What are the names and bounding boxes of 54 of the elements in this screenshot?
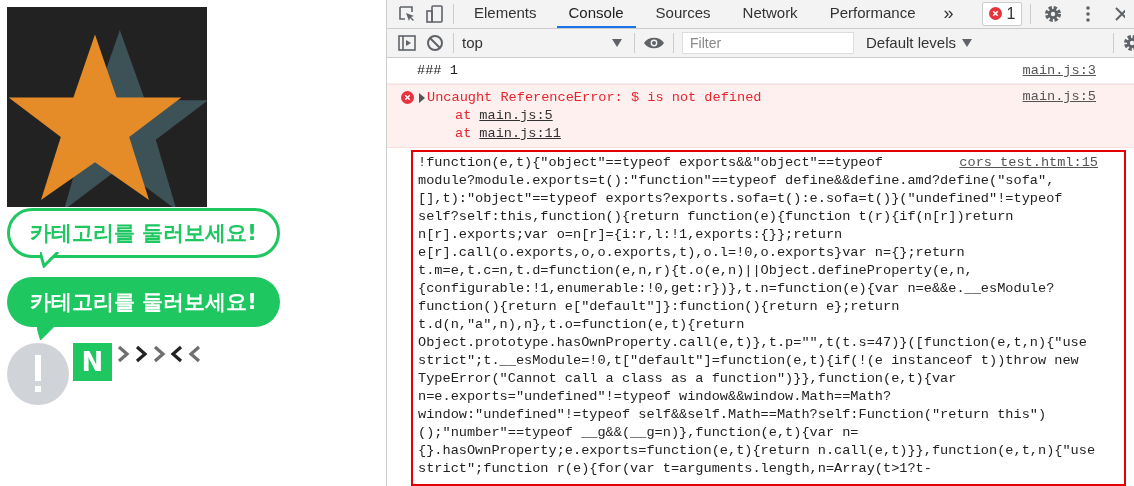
device-icon[interactable] [425,3,445,24]
code-line: [],t):"object"==typeof exports?exports.sofa=t():e.sofa=t()}("undefined"!=typeof [418,190,1063,208]
code-line: e[r].call(o.exports,o,o.exports,t),o.l=!0,o.exports}var n={};return [418,244,965,262]
stack-link[interactable]: main.js:11 [479,125,561,143]
bubble-text: 카테고리를 둘러보세요! [30,220,257,247]
code-line: module?module.exports=t():"function"==typeof define&&define.amd?define("sofa", [418,172,1055,190]
levels-dropdown[interactable]: Default levels [862,34,977,52]
devtools-tab[interactable]: Performance [817,0,928,28]
code-line: !function(e,t){"object"==typeof exports&&"object"==typeof [418,154,883,172]
code-line: n[r].exports;var o=n[r]={i:r,l:!1,exports:{}};return [418,226,843,244]
source-link[interactable]: main.js:5 [1022,89,1096,104]
bubble-text: 카테고리를 둘러보세요! [30,289,257,316]
log-message: ### 1 [417,63,459,78]
devtools-tab[interactable]: Sources [643,0,723,28]
filter-field[interactable]: Filter [682,31,854,54]
code-line: t.m=e,t.c=n,t.d=function(e,n,r){t.o(e,n)||Object.defineProperty(e,n, [418,262,973,280]
code-line: TypeError("Cannot call a class as a function")}},function(e,t){var [418,370,957,388]
code-line: ();"number"==typeof __g&&(__g=n)},function(e,t){var n= [418,424,859,442]
source-link[interactable]: main.js:3 [1022,63,1096,78]
error-icon [988,7,1002,21]
expand-arrow-icon[interactable] [419,93,425,103]
devtools-tab[interactable]: Console [556,0,636,28]
settings-icon[interactable] [1043,3,1064,24]
code-line: strict";function r(e){for(var t=arguments.length,n=Array(t>1?t- [418,460,932,478]
code-line: self?self:this,function(){return function(e){function t(r){if(n[r])return [418,208,1014,226]
n-logo: N [73,343,112,381]
devtools-tab[interactable]: Elements [462,0,549,28]
code-line: t.d(n,"a",n),n},t.o=function(e,t){return [418,316,745,334]
error-count-button[interactable]: 1 [981,1,1023,26]
star-logo-icon [7,7,207,207]
stack-link[interactable]: main.js:5 [479,107,553,125]
devtools-tab[interactable]: Network [730,0,810,28]
clear-console-icon[interactable] [425,32,445,53]
context-select[interactable]: top [462,34,626,52]
more-options-icon[interactable] [1085,3,1092,24]
eye-icon[interactable] [643,35,665,50]
code-line: strict";t.__esModule=!0,t["default"]=function(e,t){if(!(e instanceof t))throw new [418,352,1079,370]
code-line: Object.prototype.hasOwnProperty.call(e,t)},t.p="",t(t.s=47)}([function(e,t,n){"use [418,334,1087,352]
sidebar-toggle-icon[interactable] [397,32,417,53]
stack-prefix: at [455,125,472,143]
code-line: {}.hasOwnProperty;e.exports=function(e,t){return n.call(e,t)}},function(e,t,n){"use [418,442,1096,460]
code-line: n=e.exports="undefined"!=typeof window&&window.Math==Math? [418,388,892,406]
dropdown-arrow-icon [962,38,973,47]
error-icon [401,91,414,104]
alert-icon [7,343,69,405]
code-line: window:"undefined"!=typeof self&&self.Math==Math?self:Function("return this") [418,406,1047,424]
inspect-icon[interactable] [397,3,417,24]
code-line: function(){return e["default"]}:function(){return e};return [418,298,900,316]
error-message: Uncaught ReferenceError: $ is not defined [427,89,763,107]
source-link[interactable]: cors_test.html:15 [959,154,1098,172]
code-line: {configurable:!1,enumerable:!0,get:r})},t.n=function(e){var n=e&&e.__esModule? [418,280,1055,298]
dropdown-arrow-icon [612,38,622,47]
stack-prefix: at [455,107,472,125]
more-tabs-button[interactable]: » [935,3,962,25]
